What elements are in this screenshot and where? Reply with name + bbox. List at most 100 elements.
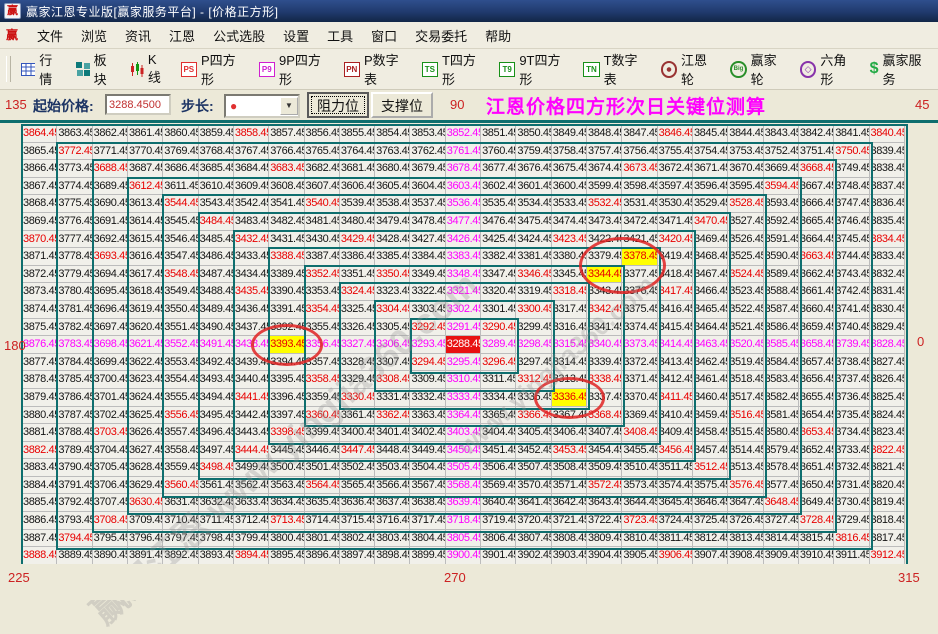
toolbar-item-9p-square[interactable]: P9 9P四方形: [253, 47, 338, 91]
menu-item-browse[interactable]: 浏览: [72, 23, 116, 48]
toolbar-item-quotes[interactable]: 行情: [15, 47, 70, 91]
price-cell: 3324.45: [340, 283, 375, 301]
start-price-input[interactable]: [105, 94, 171, 115]
menu-item-window[interactable]: 窗口: [362, 23, 406, 48]
price-cell: 3476.45: [481, 213, 516, 231]
price-cell: 3768.45: [199, 143, 234, 161]
toolbar-item-t-square[interactable]: TS T四方形: [416, 47, 493, 91]
price-cell: 3440.45: [234, 371, 269, 389]
menu-item-settings[interactable]: 设置: [274, 23, 318, 48]
price-cell: 3527.45: [728, 213, 763, 231]
price-cell: 3882.45: [22, 442, 57, 460]
price-cell: 3487.45: [199, 266, 234, 284]
price-cell: 3499.45: [234, 459, 269, 477]
price-cell: 3402.45: [410, 424, 445, 442]
price-cell: 3381.45: [516, 248, 551, 266]
toolbar-item-t-number-table[interactable]: TN T数字表: [577, 47, 654, 91]
price-cell: 3306.45: [375, 336, 410, 354]
combobox-dropdown-arrow-icon[interactable]: ▼: [280, 97, 298, 115]
price-cell: 3466.45: [693, 283, 728, 301]
price-cell: 3464.45: [693, 319, 728, 337]
price-cell: 3515.45: [728, 424, 763, 442]
price-cell: 3793.45: [57, 512, 92, 530]
price-cell: 3787.45: [57, 407, 92, 425]
price-cell: 3860.45: [163, 125, 198, 143]
price-cell: 3525.45: [728, 248, 763, 266]
price-cell: 3336.45: [552, 389, 587, 407]
price-cell: 3516.45: [728, 407, 763, 425]
price-cell: 3911.45: [834, 547, 869, 565]
price-cell: 3518.45: [728, 371, 763, 389]
toolbar: 行情 板块 K线 PS P四方形 P9 9P四方形 PN: [0, 49, 938, 90]
step-combobox[interactable]: ● ▼: [224, 94, 300, 118]
price-cell: 3574.45: [658, 477, 693, 495]
price-cell: 3714.45: [305, 512, 340, 530]
price-cell: 3400.45: [340, 424, 375, 442]
price-cell: 3534.45: [516, 195, 551, 213]
toolbar-item-9t-square[interactable]: T9 9T四方形: [493, 47, 577, 91]
price-cell: 3729.45: [834, 512, 869, 530]
price-cell: 3317.45: [552, 301, 587, 319]
price-cell: 3436.45: [234, 301, 269, 319]
price-cell: 3896.45: [305, 547, 340, 565]
price-cell: 3889.45: [57, 547, 92, 565]
price-cell: 3855.45: [340, 125, 375, 143]
price-cell: 3852.45: [446, 125, 481, 143]
price-cell: 3429.45: [340, 231, 375, 249]
price-cell: 3712.45: [234, 512, 269, 530]
toolbar-item-sectors[interactable]: 板块: [70, 47, 124, 91]
price-cell: 3912.45: [870, 547, 905, 565]
price-cell: 3426.45: [446, 231, 481, 249]
price-cell: 3656.45: [799, 371, 834, 389]
resistance-button[interactable]: 阻力位: [307, 92, 369, 118]
menu-item-news[interactable]: 资讯: [116, 23, 160, 48]
support-button[interactable]: 支撑位: [371, 92, 433, 118]
price-cell: 3863.45: [57, 125, 92, 143]
price-cell: 3571.45: [552, 477, 587, 495]
price-cell: 3586.45: [764, 319, 799, 337]
menu-item-tools[interactable]: 工具: [318, 23, 362, 48]
price-cell: 3873.45: [22, 283, 57, 301]
price-cell: 3665.45: [799, 213, 834, 231]
menu-item-trade[interactable]: 交易委托: [406, 23, 476, 48]
price-cell: 3878.45: [22, 371, 57, 389]
price-cell: 3686.45: [163, 160, 198, 178]
menu-item-gann[interactable]: 江恩: [160, 23, 204, 48]
price-cell: 3742.45: [834, 283, 869, 301]
price-cell: 3763.45: [375, 143, 410, 161]
price-cell: 3399.45: [305, 424, 340, 442]
price-cell: 3739.45: [834, 336, 869, 354]
price-cell: 3372.45: [622, 354, 657, 372]
menu-item-formula-stockpick[interactable]: 公式选股: [204, 23, 274, 48]
price-cell: 3544.45: [163, 195, 198, 213]
menu-item-help[interactable]: 帮助: [476, 23, 520, 48]
toolbar-item-p-square[interactable]: PS P四方形: [175, 47, 253, 91]
toolbar-item-gann-wheel[interactable]: 江恩轮: [655, 47, 725, 91]
price-cell: 3662.45: [799, 266, 834, 284]
price-cell: 3893.45: [199, 547, 234, 565]
price-cell: 3361.45: [340, 407, 375, 425]
toolbar-item-winner-service[interactable]: $ 赢家服务: [864, 47, 938, 91]
price-cell: 3666.45: [799, 195, 834, 213]
toolbar-item-winner-wheel[interactable]: Big 赢家轮: [724, 47, 794, 91]
price-cell: 3370.45: [622, 389, 657, 407]
price-cell: 3376.45: [622, 283, 657, 301]
price-cell: 3726.45: [728, 512, 763, 530]
menu-item-file[interactable]: 文件: [28, 23, 72, 48]
toolbar-item-label: 赢家轮: [751, 50, 788, 88]
price-cell: 3490.45: [199, 319, 234, 337]
price-cell: 3373.45: [622, 336, 657, 354]
price-cell: 3300.45: [516, 301, 551, 319]
toolbar-item-p-number-table[interactable]: PN P数字表: [338, 47, 416, 91]
price-cell: 3605.45: [375, 178, 410, 196]
toolbar-item-hexagon[interactable]: ◇ 六角形: [794, 47, 864, 91]
price-cell: 3867.45: [22, 178, 57, 196]
price-cell: 3562.45: [234, 477, 269, 495]
price-cell: 3480.45: [340, 213, 375, 231]
price-cell: 3906.45: [658, 547, 693, 565]
price-cell: 3581.45: [764, 407, 799, 425]
price-cell: 3489.45: [199, 301, 234, 319]
toolbar-item-kline[interactable]: K线: [124, 49, 174, 89]
price-cell: 3600.45: [552, 178, 587, 196]
price-cell: 3685.45: [199, 160, 234, 178]
